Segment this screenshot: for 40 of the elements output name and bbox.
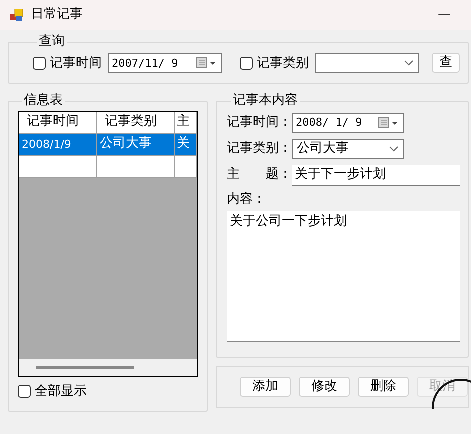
- app-icon: [10, 8, 23, 22]
- group-title: 信息表: [23, 94, 64, 109]
- group-title: 记事本内容: [232, 94, 299, 109]
- group-title: 查询: [38, 35, 66, 50]
- horizontal-scrollbar[interactable]: [19, 358, 197, 376]
- text-field[interactable]: 关于下一步计划: [292, 164, 460, 186]
- checkbox[interactable]: [240, 56, 253, 70]
- window-title: 日常记事: [31, 7, 83, 23]
- action-button[interactable]: 添加: [240, 377, 291, 398]
- table-row[interactable]: 2008/1/9 公司大事 关: [19, 134, 197, 156]
- combo-box[interactable]: [315, 53, 419, 74]
- checkbox[interactable]: [18, 384, 31, 398]
- search-button[interactable]: 查: [432, 53, 460, 74]
- table-cell: 关: [175, 134, 197, 156]
- date-picker[interactable]: 2007/11/ 9: [108, 53, 222, 74]
- table-cell: 公司大事: [97, 134, 175, 156]
- checkbox-label: 全部显示: [35, 384, 87, 400]
- combo-box[interactable]: 公司大事: [292, 138, 404, 159]
- empty-row[interactable]: [19, 156, 197, 178]
- date-value: 2008/ 1/ 9: [296, 116, 362, 130]
- dropdown-caret-icon[interactable]: [404, 60, 414, 66]
- field-label: 主 题：: [227, 167, 292, 183]
- field-label: 内容：: [227, 192, 266, 208]
- date-picker[interactable]: 2008/ 1/ 9: [292, 112, 404, 133]
- checkbox-label: 记事时间: [50, 56, 102, 72]
- calendar-icon[interactable]: [378, 116, 400, 129]
- minimize-button[interactable]: —: [438, 7, 451, 23]
- checkbox[interactable]: [33, 56, 46, 70]
- arc-drawing: [431, 379, 471, 410]
- dropdown-caret-icon[interactable]: [389, 146, 399, 152]
- field-label: 记事类别：: [227, 140, 292, 156]
- content-textarea[interactable]: 关于公司一下步计划: [227, 211, 460, 342]
- action-button[interactable]: 删除: [358, 377, 409, 398]
- table-cell: 2008/1/9: [19, 134, 97, 156]
- checkbox-label: 记事类别: [257, 56, 309, 72]
- date-value: 2007/11/ 9: [112, 56, 178, 70]
- calendar-icon[interactable]: [196, 57, 218, 70]
- field-label: 记事时间：: [227, 114, 292, 130]
- combo-value: 公司大事: [297, 140, 349, 156]
- action-button[interactable]: 修改: [299, 377, 350, 398]
